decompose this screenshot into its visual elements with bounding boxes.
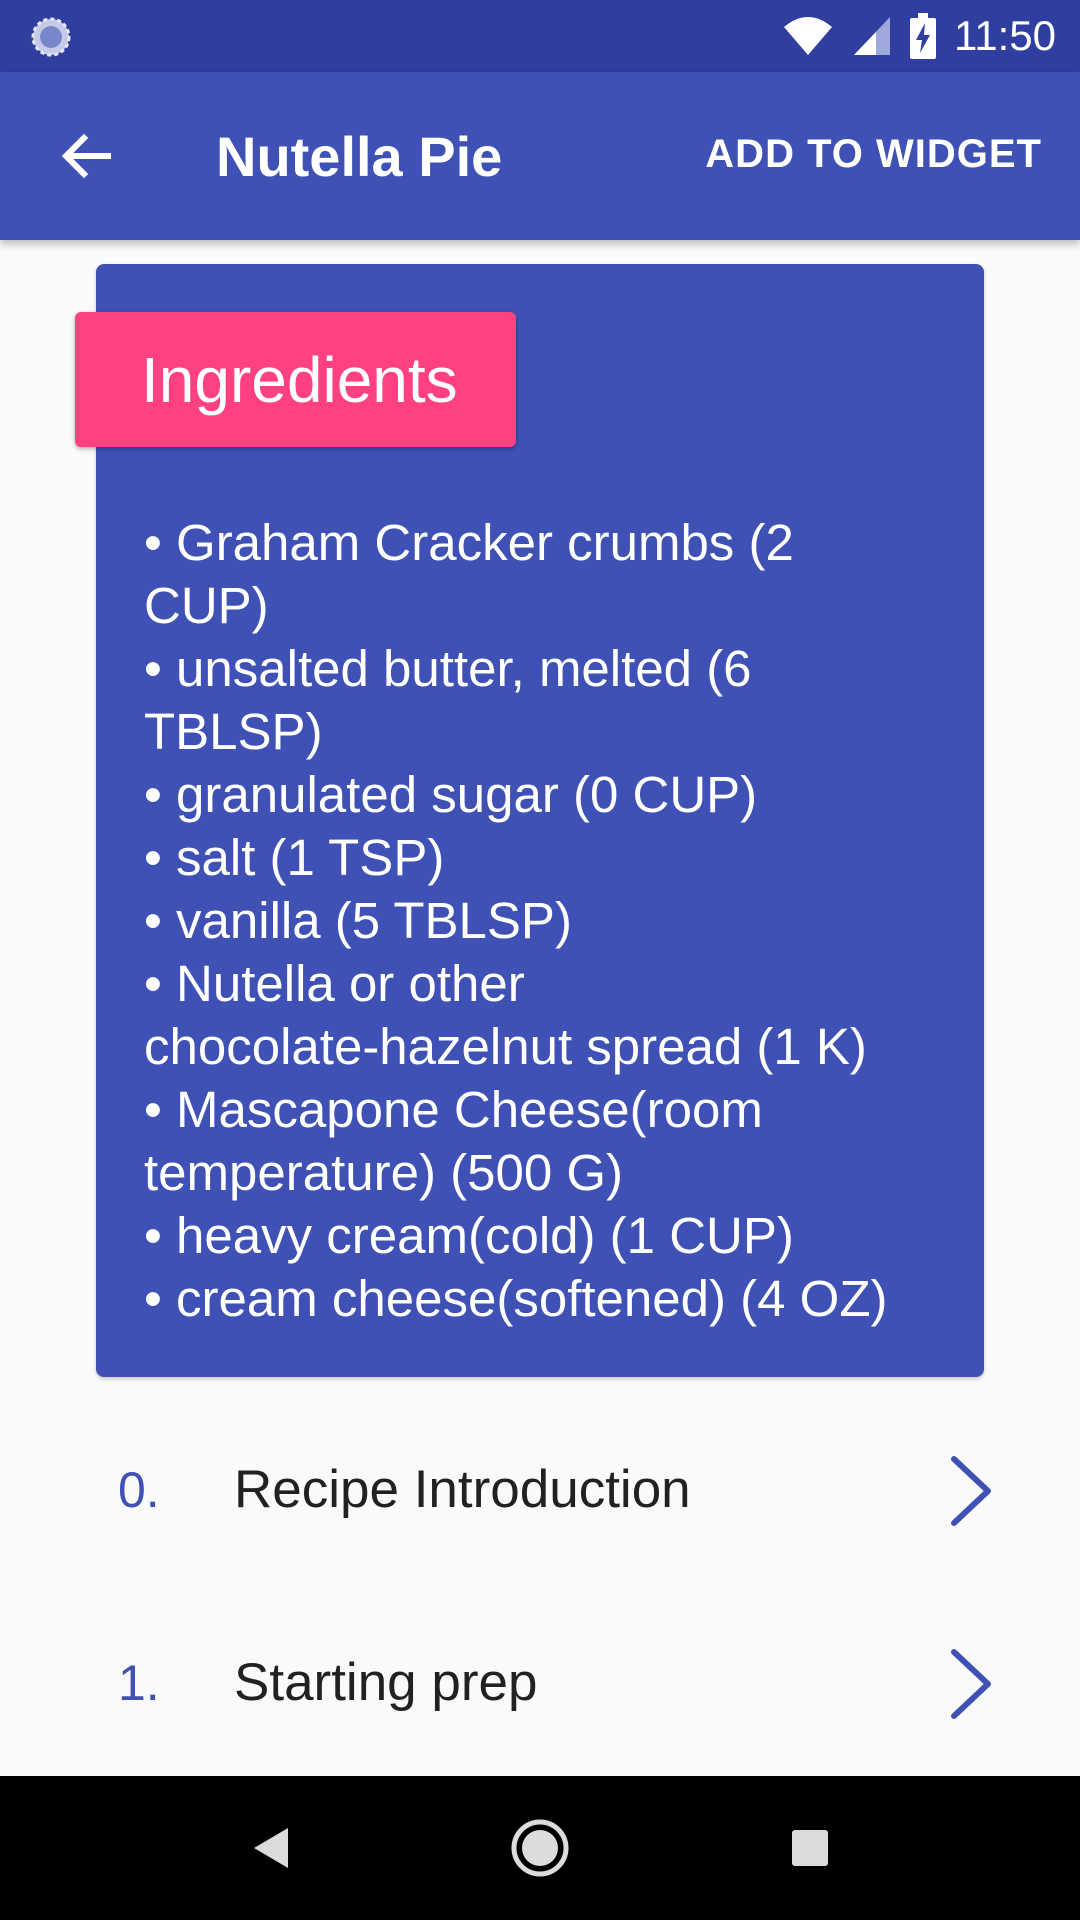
ingredient-line: • Mascapone Cheese(room [144, 1081, 763, 1138]
status-time: 11:50 [954, 12, 1056, 59]
add-to-widget-button[interactable]: ADD TO WIDGET [705, 132, 1042, 177]
system-nav-bar [0, 1776, 1080, 1920]
ingredient-line: • Graham Cracker crumbs (2 [144, 514, 794, 571]
nav-recents-icon [792, 1830, 828, 1866]
step-number: 0. [118, 1462, 160, 1518]
ingredient-line: • cream cheese(softened) (4 OZ) [144, 1270, 888, 1327]
ingredient-line: • unsalted butter, melted (6 [144, 640, 752, 697]
ingredient-line: • granulated sugar (0 CUP) [144, 766, 758, 823]
wifi-icon [784, 17, 832, 55]
step-item-recipe-introduction[interactable]: 0. Recipe Introduction [0, 1413, 1080, 1563]
ingredient-line: • heavy cream(cold) (1 CUP) [144, 1207, 794, 1264]
ingredient-line: • salt (1 TSP) [144, 829, 445, 886]
status-icons: 11:50 [782, 0, 1056, 72]
arrow-back-icon [61, 133, 111, 179]
nav-recents-button[interactable] [770, 1808, 850, 1888]
ingredient-line: • vanilla (5 TBLSP) [144, 892, 572, 949]
battery-charging-icon [910, 13, 936, 59]
ingredient-line: chocolate-hazelnut spread (1 K) [144, 1018, 867, 1075]
step-title: Recipe Introduction [234, 1460, 691, 1519]
chevron-right-icon [951, 1649, 991, 1719]
ingredients-heading-label: Ingredients [141, 343, 458, 416]
nav-home-button[interactable] [500, 1808, 580, 1888]
step-number: 1. [118, 1655, 160, 1711]
step-title: Starting prep [234, 1653, 538, 1712]
page-title: Nutella Pie [216, 125, 503, 188]
sync-icon [31, 17, 71, 57]
nav-back-button[interactable] [230, 1808, 310, 1888]
step-item-starting-prep[interactable]: 1. Starting prep [0, 1606, 1080, 1756]
back-button[interactable] [44, 114, 128, 198]
app-bar: Nutella Pie ADD TO WIDGET [0, 72, 1080, 240]
status-bar: 11:50 [0, 0, 1080, 72]
nav-home-icon [511, 1819, 569, 1877]
ingredient-line: temperature) (500 G) [144, 1144, 624, 1201]
chevron-right-icon [951, 1456, 991, 1526]
ingredient-line: CUP) [144, 577, 269, 634]
ingredient-line: • Nutella or other [144, 955, 525, 1012]
ingredients-list: • Graham Cracker crumbs (2 CUP) • unsalt… [144, 511, 944, 1330]
ingredients-heading: Ingredients [75, 312, 516, 447]
ingredient-line: TBLSP) [144, 703, 323, 760]
signal-icon [854, 17, 890, 55]
nav-back-icon [254, 1828, 288, 1868]
